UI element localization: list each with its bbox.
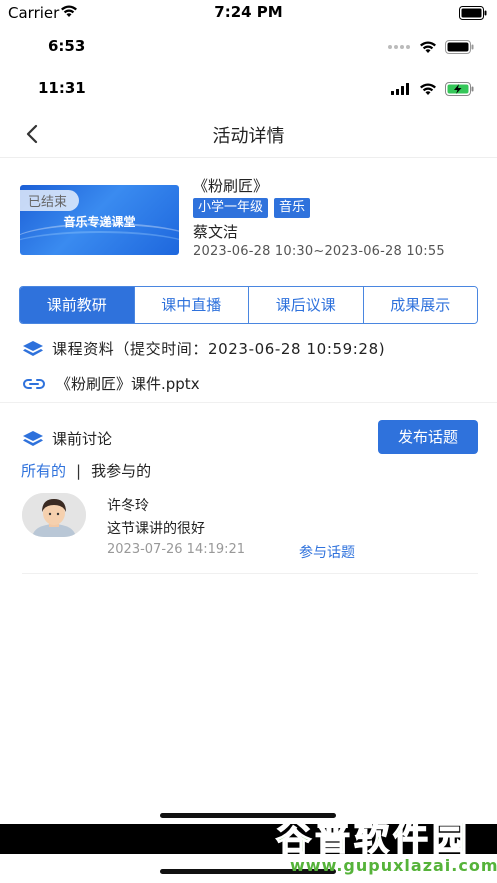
cover-title: 音乐专递课堂 [63,215,136,229]
wifi-icon [420,41,436,53]
battery-charging-icon [445,82,474,96]
watermark-logo: 谷普软件园 www.gupuxlazai.com [272,806,497,880]
activity-tabs: 课前教研 课中直播 课后议课 成果展示 [19,286,478,324]
material-file-link[interactable]: 《粉刷匠》课件.pptx [22,373,200,394]
status-time: 6:53 [48,37,86,55]
materials-heading: 课程资料（提交时间：2023-06-28 10:59:28) [52,340,386,358]
status-time: 11:31 [38,79,86,97]
cellular-signal-icon [391,83,409,95]
status-bar-3: 11:31 [0,74,497,104]
teacher-name: 蔡文洁 [193,223,239,241]
filter-separator: | [76,461,82,480]
status-bar-2: 6:53 [0,30,497,60]
subject-tag: 音乐 [274,198,311,218]
page-title: 活动详情 [212,126,285,147]
filter-mine[interactable]: 我参与的 [91,460,151,481]
course-cover-image: 已结束 音乐专递课堂 [20,185,179,255]
post-time: 2023-07-26 14:19:21 [107,542,246,557]
nav-bar: 活动详情 [0,110,497,158]
course-tags: 小学一年级 音乐 [193,198,483,218]
discussion-section-header: 课前讨论 [22,428,112,449]
discussion-filter: 所有的 | 我参与的 [21,460,151,481]
course-title: 《粉刷匠》 [193,177,269,195]
watermark-title: 谷普软件园 [275,818,472,860]
ended-badge: 已结束 [20,190,80,211]
course-info: 《粉刷匠》 小学一年级 音乐 蔡文洁 2023-06-28 10:30~2023… [193,175,483,260]
post-author: 许冬玲 [107,498,149,514]
material-file-name: 《粉刷匠》课件.pptx [56,375,200,393]
battery-icon [459,6,487,20]
materials-section-header: 课程资料（提交时间：2023-06-28 10:59:28) [22,338,385,359]
grade-tag: 小学一年级 [193,198,269,218]
watermark-url: www.gupuxlazai.com [290,856,497,875]
section-divider [0,402,497,403]
status-bar-1: Carrier 7:24 PM [0,0,497,26]
tab-results[interactable]: 成果展示 [363,287,477,323]
status-time: 7:24 PM [214,3,283,21]
layers-icon [23,430,43,446]
course-time: 2023-06-28 10:30~2023-06-28 10:55 [193,244,445,259]
publish-topic-button[interactable]: 发布话题 [378,420,478,454]
discussion-heading: 课前讨论 [52,430,113,448]
link-icon [23,378,45,389]
discussion-post: 许冬玲 这节课讲的很好 2023-07-26 14:19:21 参与话题 [22,490,478,574]
wifi-icon [420,83,436,95]
battery-icon [445,40,474,54]
post-content: 这节课讲的很好 [107,521,205,537]
tab-post-class[interactable]: 课后议课 [249,287,364,323]
tab-pre-class[interactable]: 课前教研 [20,287,135,323]
filter-all[interactable]: 所有的 [21,460,66,481]
join-topic-link[interactable]: 参与话题 [299,542,355,562]
tab-live[interactable]: 课中直播 [134,287,249,323]
avatar [22,493,86,537]
layers-icon [23,340,43,356]
signal-dots-icon [388,45,410,49]
